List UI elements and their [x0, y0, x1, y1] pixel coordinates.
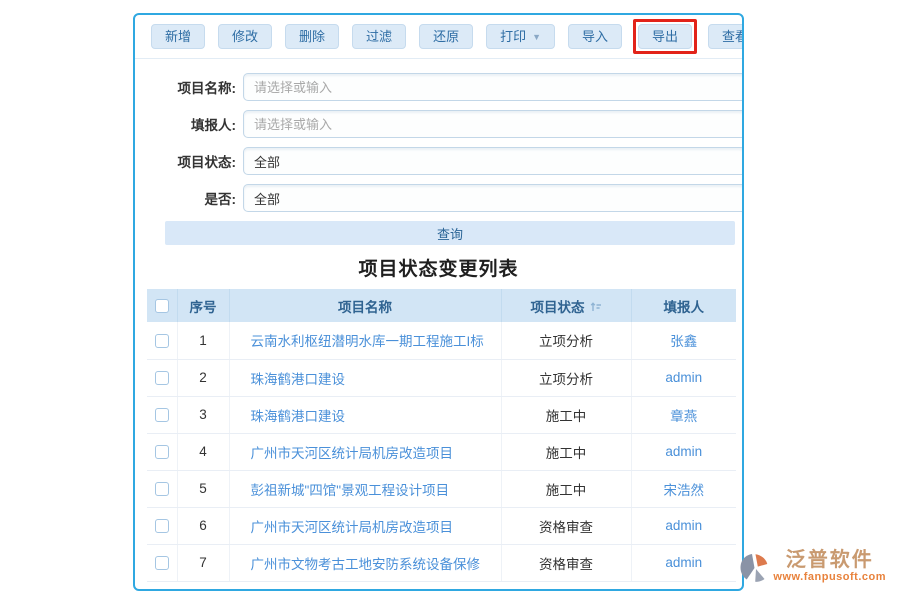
project-name-link[interactable]: 彭祖新城"四馆"景观工程设计项目	[251, 483, 450, 498]
edit-button[interactable]: 修改	[218, 24, 272, 49]
filter-form: 项目名称: 填报人: 项目状态: 是否:	[135, 59, 742, 212]
status-change-table: 序号 项目名称 项目状态 填报人 1 云南水利枢纽潜明水库一期工程施工I标 立项…	[147, 289, 736, 582]
row-checkbox[interactable]	[155, 519, 169, 533]
reporter-link[interactable]: admin	[665, 518, 702, 533]
export-button[interactable]: 导出	[638, 24, 692, 49]
row-index: 3	[177, 396, 229, 433]
project-name-link[interactable]: 广州市天河区统计局机房改造项目	[251, 446, 454, 461]
project-status: 资格审查	[501, 544, 631, 581]
page: 新增 修改 删除 过滤 还原 打印 ▼ 导入 导出 查看日志 项目名称: 填报人:	[0, 0, 900, 600]
project-name-link[interactable]: 广州市文物考古工地安防系统设备保修	[251, 557, 481, 572]
import-button[interactable]: 导入	[568, 24, 622, 49]
project-status: 资格审查	[501, 507, 631, 544]
project-status: 施工中	[501, 470, 631, 507]
project-name-label: 项目名称:	[135, 77, 243, 97]
table-row: 4 广州市天河区统计局机房改造项目 施工中 admin	[147, 433, 736, 470]
reporter-link[interactable]: 宋浩然	[664, 483, 705, 498]
table-row: 3 珠海鹤港口建设 施工中 章燕	[147, 396, 736, 433]
reporter-link[interactable]: admin	[665, 555, 702, 570]
project-status: 立项分析	[501, 359, 631, 396]
delete-button[interactable]: 删除	[285, 24, 339, 49]
project-name-link[interactable]: 广州市天河区统计局机房改造项目	[251, 520, 454, 535]
project-status: 施工中	[501, 396, 631, 433]
toolbar: 新增 修改 删除 过滤 还原 打印 ▼ 导入 导出 查看日志	[135, 15, 742, 59]
filter-button[interactable]: 过滤	[352, 24, 406, 49]
restore-button[interactable]: 还原	[419, 24, 473, 49]
reporter-link[interactable]: admin	[665, 444, 702, 459]
query-button[interactable]: 查询	[165, 221, 735, 245]
print-button-label: 打印	[500, 29, 526, 44]
project-status: 立项分析	[501, 322, 631, 359]
fanpu-logo: 泛普软件 www.fanpusoft.com	[737, 549, 886, 590]
filter-row-whether: 是否:	[135, 184, 742, 212]
fanpu-logo-text: 泛普软件	[786, 549, 874, 571]
row-checkbox[interactable]	[155, 408, 169, 422]
fanpu-logo-url: www.fanpusoft.com	[773, 571, 886, 583]
reporter-input[interactable]	[243, 110, 744, 138]
row-checkbox[interactable]	[155, 556, 169, 570]
reporter-link[interactable]: admin	[665, 370, 702, 385]
reporter-link[interactable]: 张鑫	[670, 334, 697, 349]
row-checkbox[interactable]	[155, 445, 169, 459]
filter-row-project-status: 项目状态:	[135, 147, 742, 175]
table-row: 2 珠海鹤港口建设 立项分析 admin	[147, 359, 736, 396]
header-project-status-label: 项目状态	[531, 300, 585, 315]
print-button[interactable]: 打印 ▼	[486, 24, 555, 49]
export-button-highlight-box: 导出	[633, 19, 697, 54]
table-header-row: 序号 项目名称 项目状态 填报人	[147, 289, 736, 322]
select-all-checkbox[interactable]	[155, 299, 169, 313]
table-row: 6 广州市天河区统计局机房改造项目 资格审查 admin	[147, 507, 736, 544]
row-index: 1	[177, 322, 229, 359]
whether-label: 是否:	[135, 188, 243, 208]
content-panel: 新增 修改 删除 过滤 还原 打印 ▼ 导入 导出 查看日志 项目名称: 填报人:	[133, 13, 744, 591]
project-name-link[interactable]: 云南水利枢纽潜明水库一期工程施工I标	[251, 334, 484, 349]
row-index: 4	[177, 433, 229, 470]
row-index: 7	[177, 544, 229, 581]
project-status-select[interactable]	[243, 147, 744, 175]
reporter-link[interactable]: 章燕	[670, 409, 697, 424]
project-name-link[interactable]: 珠海鹤港口建设	[251, 372, 346, 387]
row-index: 6	[177, 507, 229, 544]
chevron-down-icon: ▼	[532, 33, 541, 42]
fanpu-logo-icon	[737, 551, 771, 590]
header-project-status: 项目状态	[501, 289, 631, 322]
page-title: 项目状态变更列表	[135, 254, 742, 281]
header-index: 序号	[177, 289, 229, 322]
project-name-input[interactable]	[243, 73, 744, 101]
project-name-link[interactable]: 珠海鹤港口建设	[251, 409, 346, 424]
row-index: 5	[177, 470, 229, 507]
table-row: 5 彭祖新城"四馆"景观工程设计项目 施工中 宋浩然	[147, 470, 736, 507]
filter-row-project-name: 项目名称:	[135, 73, 742, 101]
header-reporter: 填报人	[631, 289, 736, 322]
header-project-name: 项目名称	[229, 289, 501, 322]
row-index: 2	[177, 359, 229, 396]
table-row: 7 广州市文物考古工地安防系统设备保修 资格审查 admin	[147, 544, 736, 581]
sort-ascending-icon[interactable]	[590, 301, 602, 316]
whether-select[interactable]	[243, 184, 744, 212]
row-checkbox[interactable]	[155, 334, 169, 348]
project-status-label: 项目状态:	[135, 151, 243, 171]
reporter-label: 填报人:	[135, 114, 243, 134]
row-checkbox[interactable]	[155, 371, 169, 385]
header-checkbox-cell	[147, 289, 177, 322]
project-status: 施工中	[501, 433, 631, 470]
table-row: 1 云南水利枢纽潜明水库一期工程施工I标 立项分析 张鑫	[147, 322, 736, 359]
row-checkbox[interactable]	[155, 482, 169, 496]
view-log-button[interactable]: 查看日志	[708, 24, 744, 49]
add-button[interactable]: 新增	[151, 24, 205, 49]
filter-row-reporter: 填报人:	[135, 110, 742, 138]
